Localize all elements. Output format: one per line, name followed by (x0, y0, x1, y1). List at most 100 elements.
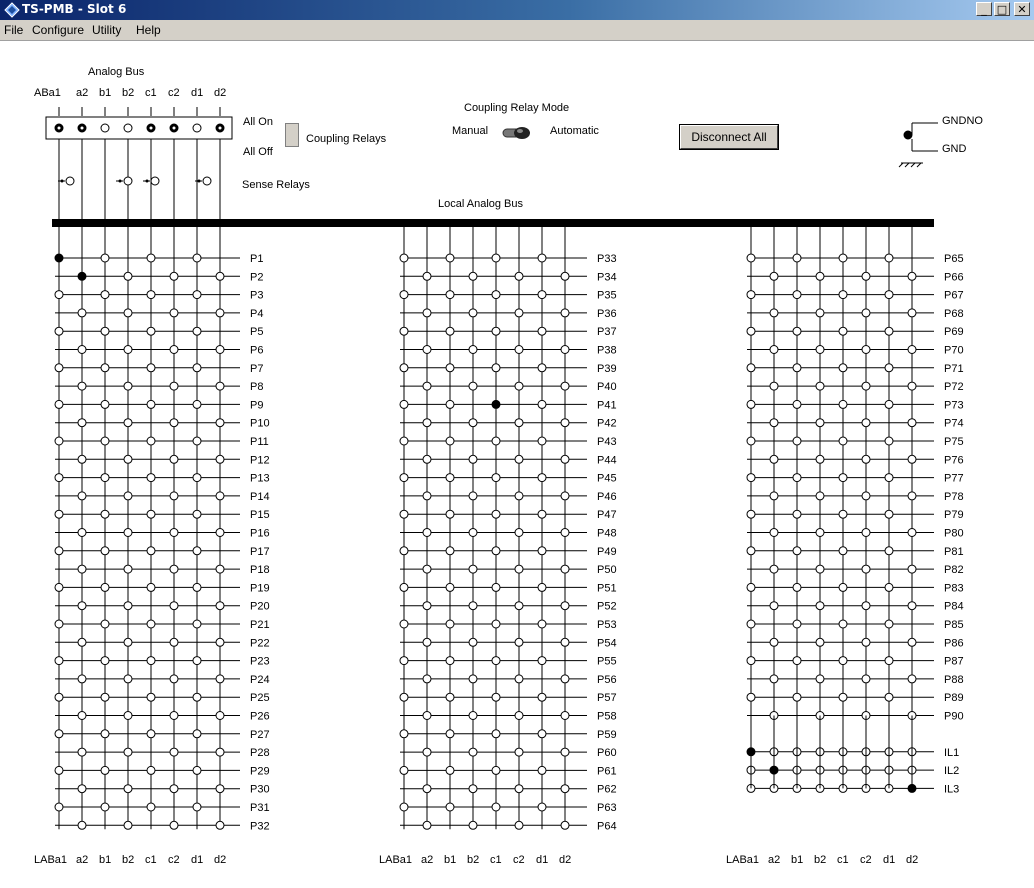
matrix-relay[interactable] (100, 253, 110, 263)
matrix-relay[interactable] (77, 820, 87, 830)
matrix-relay[interactable] (907, 674, 917, 684)
matrix-relay[interactable] (560, 637, 570, 647)
matrix-relay[interactable] (491, 582, 501, 592)
matrix-relay[interactable] (560, 820, 570, 830)
matrix-relay[interactable] (907, 637, 917, 647)
matrix-relay[interactable] (792, 656, 802, 666)
matrix-relay[interactable] (537, 363, 547, 373)
matrix-relay[interactable] (54, 326, 64, 336)
matrix-relay[interactable] (169, 345, 179, 354)
matrix-relay[interactable] (422, 418, 432, 428)
matrix-relay[interactable] (100, 509, 110, 519)
matrix-relay[interactable] (514, 747, 524, 757)
matrix-relay[interactable] (422, 820, 432, 830)
matrix-relay[interactable] (884, 290, 894, 300)
matrix-relay[interactable] (422, 271, 432, 281)
matrix-relay[interactable] (792, 253, 802, 263)
matrix-relay[interactable] (884, 509, 894, 519)
matrix-relay[interactable] (792, 363, 802, 373)
matrix-relay[interactable] (560, 674, 570, 684)
matrix-relay[interactable] (907, 491, 917, 501)
matrix-relay[interactable] (169, 271, 179, 281)
matrix-relay[interactable] (746, 363, 756, 373)
matrix-relay[interactable] (77, 784, 87, 794)
matrix-relay[interactable] (215, 381, 225, 391)
matrix-relay[interactable] (537, 765, 547, 775)
matrix-relay[interactable] (884, 253, 894, 263)
matrix-relay[interactable] (169, 674, 179, 684)
matrix-relay[interactable] (215, 711, 225, 720)
matrix-relay[interactable] (514, 637, 524, 647)
matrix-relay[interactable] (537, 656, 547, 666)
matrix-relay[interactable] (445, 363, 455, 373)
matrix-relay[interactable] (537, 802, 547, 812)
coupling-relays-slider[interactable] (285, 123, 299, 147)
matrix-relay[interactable] (560, 345, 570, 354)
matrix-relay[interactable] (769, 674, 779, 684)
matrix-relay[interactable] (422, 637, 432, 647)
matrix-relay[interactable] (560, 528, 570, 537)
matrix-relay[interactable] (77, 491, 87, 501)
matrix-relay[interactable] (169, 308, 179, 318)
matrix-relay[interactable] (146, 436, 156, 446)
matrix-relay[interactable] (907, 271, 917, 281)
matrix-relay[interactable] (838, 619, 848, 629)
matrix-relay[interactable] (514, 418, 524, 428)
matrix-relay[interactable] (169, 418, 179, 428)
matrix-relay[interactable] (884, 363, 894, 373)
matrix-relay[interactable] (399, 692, 409, 702)
matrix-relay[interactable] (169, 747, 179, 757)
matrix-relay[interactable] (146, 326, 156, 336)
matrix-relay[interactable] (169, 491, 179, 501)
matrix-relay[interactable] (192, 363, 202, 373)
matrix-relay[interactable] (123, 418, 133, 428)
matrix-relay[interactable] (514, 711, 524, 720)
matrix-relay[interactable] (445, 765, 455, 775)
matrix-relay[interactable] (537, 509, 547, 519)
matrix-relay[interactable] (815, 601, 825, 611)
matrix-relay[interactable] (838, 399, 848, 409)
matrix-relay[interactable] (169, 601, 179, 611)
matrix-relay[interactable] (215, 747, 225, 757)
matrix-relay[interactable] (792, 399, 802, 409)
matrix-relay[interactable] (100, 802, 110, 812)
matrix-relay[interactable] (192, 619, 202, 629)
matrix-relay[interactable] (146, 253, 156, 263)
matrix-relay[interactable] (215, 308, 225, 318)
matrix-relay[interactable] (100, 729, 110, 739)
matrix-relay[interactable] (399, 656, 409, 666)
matrix-relay[interactable] (399, 326, 409, 336)
matrix-relay[interactable] (215, 637, 225, 647)
matrix-relay[interactable] (838, 473, 848, 483)
matrix-relay[interactable] (445, 399, 455, 409)
matrix-relay[interactable] (537, 436, 547, 446)
matrix-relay[interactable] (792, 290, 802, 300)
matrix-relay[interactable] (215, 418, 225, 428)
matrix-relay[interactable] (769, 454, 779, 464)
matrix-relay[interactable] (123, 308, 133, 318)
matrix-relay[interactable] (123, 674, 133, 684)
matrix-relay[interactable] (746, 656, 756, 666)
matrix-relay[interactable] (146, 692, 156, 702)
matrix-relay[interactable] (77, 345, 87, 354)
matrix-relay[interactable] (884, 436, 894, 446)
matrix-relay[interactable] (861, 454, 871, 464)
matrix-relay[interactable] (491, 253, 501, 263)
matrix-relay[interactable] (746, 509, 756, 519)
matrix-relay[interactable] (514, 601, 524, 611)
matrix-relay[interactable] (192, 546, 202, 556)
matrix-relay[interactable] (422, 308, 432, 318)
matrix-relay[interactable] (861, 308, 871, 318)
matrix-relay[interactable] (123, 271, 133, 281)
matrix-relay[interactable] (468, 820, 478, 830)
matrix-relay[interactable] (123, 784, 133, 794)
matrix-relay[interactable] (215, 491, 225, 501)
matrix-relay[interactable] (792, 619, 802, 629)
matrix-relay[interactable] (907, 564, 917, 574)
matrix-relay[interactable] (169, 711, 179, 720)
matrix-relay[interactable] (491, 399, 501, 409)
matrix-relay[interactable] (769, 308, 779, 318)
matrix-relay[interactable] (100, 473, 110, 483)
matrix-relay[interactable] (123, 747, 133, 757)
matrix-relay[interactable] (169, 564, 179, 574)
